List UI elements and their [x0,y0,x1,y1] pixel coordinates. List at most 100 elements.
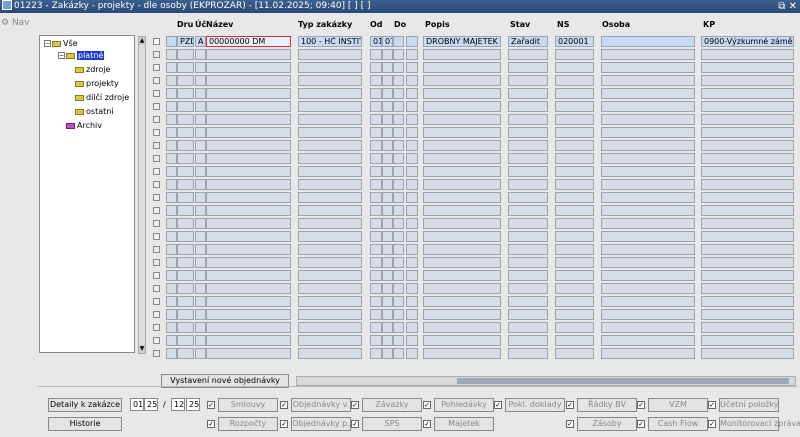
table-cell[interactable] [206,127,291,138]
table-cell[interactable] [701,296,794,307]
table-cell[interactable] [195,62,206,73]
toggle-checkbox[interactable]: ✓ [637,420,645,428]
table-cell[interactable] [166,75,177,86]
row-checkbox[interactable] [153,259,160,266]
table-cell[interactable] [382,257,393,268]
table-cell[interactable] [423,218,501,229]
table-cell[interactable] [298,296,362,307]
col-header-od[interactable]: Od [370,20,383,29]
row-scrollbar[interactable]: ▲ ▼ [138,36,146,354]
table-cell[interactable] [166,114,177,125]
table-cell[interactable] [406,114,418,125]
table-cell[interactable] [370,244,382,255]
row-checkbox[interactable] [153,168,160,175]
table-cell[interactable] [177,283,194,294]
table-cell[interactable] [177,205,194,216]
table-cell[interactable] [393,75,404,86]
table-cell[interactable] [406,75,418,86]
table-cell[interactable] [166,62,177,73]
table-cell[interactable] [423,153,501,164]
table-cell[interactable] [406,231,418,242]
table-cell[interactable] [508,270,548,281]
table-cell[interactable] [166,257,177,268]
table-cell[interactable] [406,62,418,73]
table-cell[interactable] [195,309,206,320]
table-cell[interactable] [701,179,794,190]
table-cell[interactable] [382,283,393,294]
row-checkbox[interactable] [153,350,160,357]
table-cell[interactable] [508,62,548,73]
table-cell[interactable] [601,244,695,255]
table-cell[interactable] [406,140,418,151]
toggle-button[interactable]: Řádky BV [577,398,637,412]
table-cell[interactable] [177,348,194,359]
table-cell[interactable] [423,62,501,73]
table-cell[interactable] [177,257,194,268]
row-checkbox[interactable] [153,64,160,71]
row-checkbox[interactable] [153,38,160,45]
table-cell[interactable] [423,179,501,190]
row-checkbox[interactable] [153,233,160,240]
toggle-button[interactable]: SPS [362,417,422,431]
tree-item-projects[interactable]: projekty [75,79,119,89]
table-cell[interactable] [423,101,501,112]
table-cell[interactable] [166,127,177,138]
table-cell[interactable] [206,101,291,112]
table-cell[interactable] [701,283,794,294]
table-cell[interactable] [206,88,291,99]
table-cell[interactable] [166,309,177,320]
toggle-button[interactable]: Rozpočty [218,417,278,431]
table-cell[interactable] [382,62,393,73]
col-header-druh[interactable]: Dru [177,20,193,29]
table-cell[interactable] [406,309,418,320]
table-cell[interactable] [195,101,206,112]
table-cell[interactable] [206,322,291,333]
table-cell[interactable] [555,231,594,242]
toggle-button[interactable]: Smlouvy [218,398,278,412]
table-cell[interactable] [206,179,291,190]
table-cell[interactable] [701,140,794,151]
table-cell[interactable] [206,49,291,60]
table-cell[interactable] [382,348,393,359]
table-cell[interactable] [701,192,794,203]
table-cell[interactable] [406,205,418,216]
table-cell[interactable] [206,231,291,242]
table-cell[interactable] [508,283,548,294]
table-cell[interactable] [555,257,594,268]
table-cell[interactable] [177,322,194,333]
table-cell[interactable] [195,140,206,151]
table-cell[interactable] [601,270,695,281]
table-cell[interactable] [206,205,291,216]
cell-od[interactable]: 01 [370,36,382,47]
table-cell[interactable] [701,62,794,73]
table-cell[interactable] [601,296,695,307]
table-cell[interactable] [166,218,177,229]
toggle-checkbox[interactable]: ✓ [351,401,359,409]
table-cell[interactable] [555,348,594,359]
table-cell[interactable] [555,114,594,125]
table-cell[interactable] [406,322,418,333]
row-checkbox[interactable] [153,116,160,123]
table-cell[interactable] [406,101,418,112]
table-cell[interactable] [601,88,695,99]
from-year-input[interactable]: 25 [144,398,158,411]
table-cell[interactable] [406,335,418,346]
table-cell[interactable] [382,335,393,346]
toggle-checkbox[interactable]: ✓ [351,420,359,428]
table-cell[interactable] [298,244,362,255]
table-cell[interactable] [206,283,291,294]
table-cell[interactable] [601,166,695,177]
table-cell[interactable] [406,88,418,99]
table-cell[interactable] [195,205,206,216]
table-cell[interactable] [382,322,393,333]
row-checkbox[interactable] [153,246,160,253]
table-cell[interactable] [370,127,382,138]
table-cell[interactable] [406,283,418,294]
table-cell[interactable] [370,283,382,294]
table-cell[interactable] [406,270,418,281]
table-cell[interactable] [370,62,382,73]
row-checkbox[interactable] [153,142,160,149]
table-cell[interactable] [406,153,418,164]
row-checkbox[interactable] [153,51,160,58]
table-cell[interactable] [601,348,695,359]
